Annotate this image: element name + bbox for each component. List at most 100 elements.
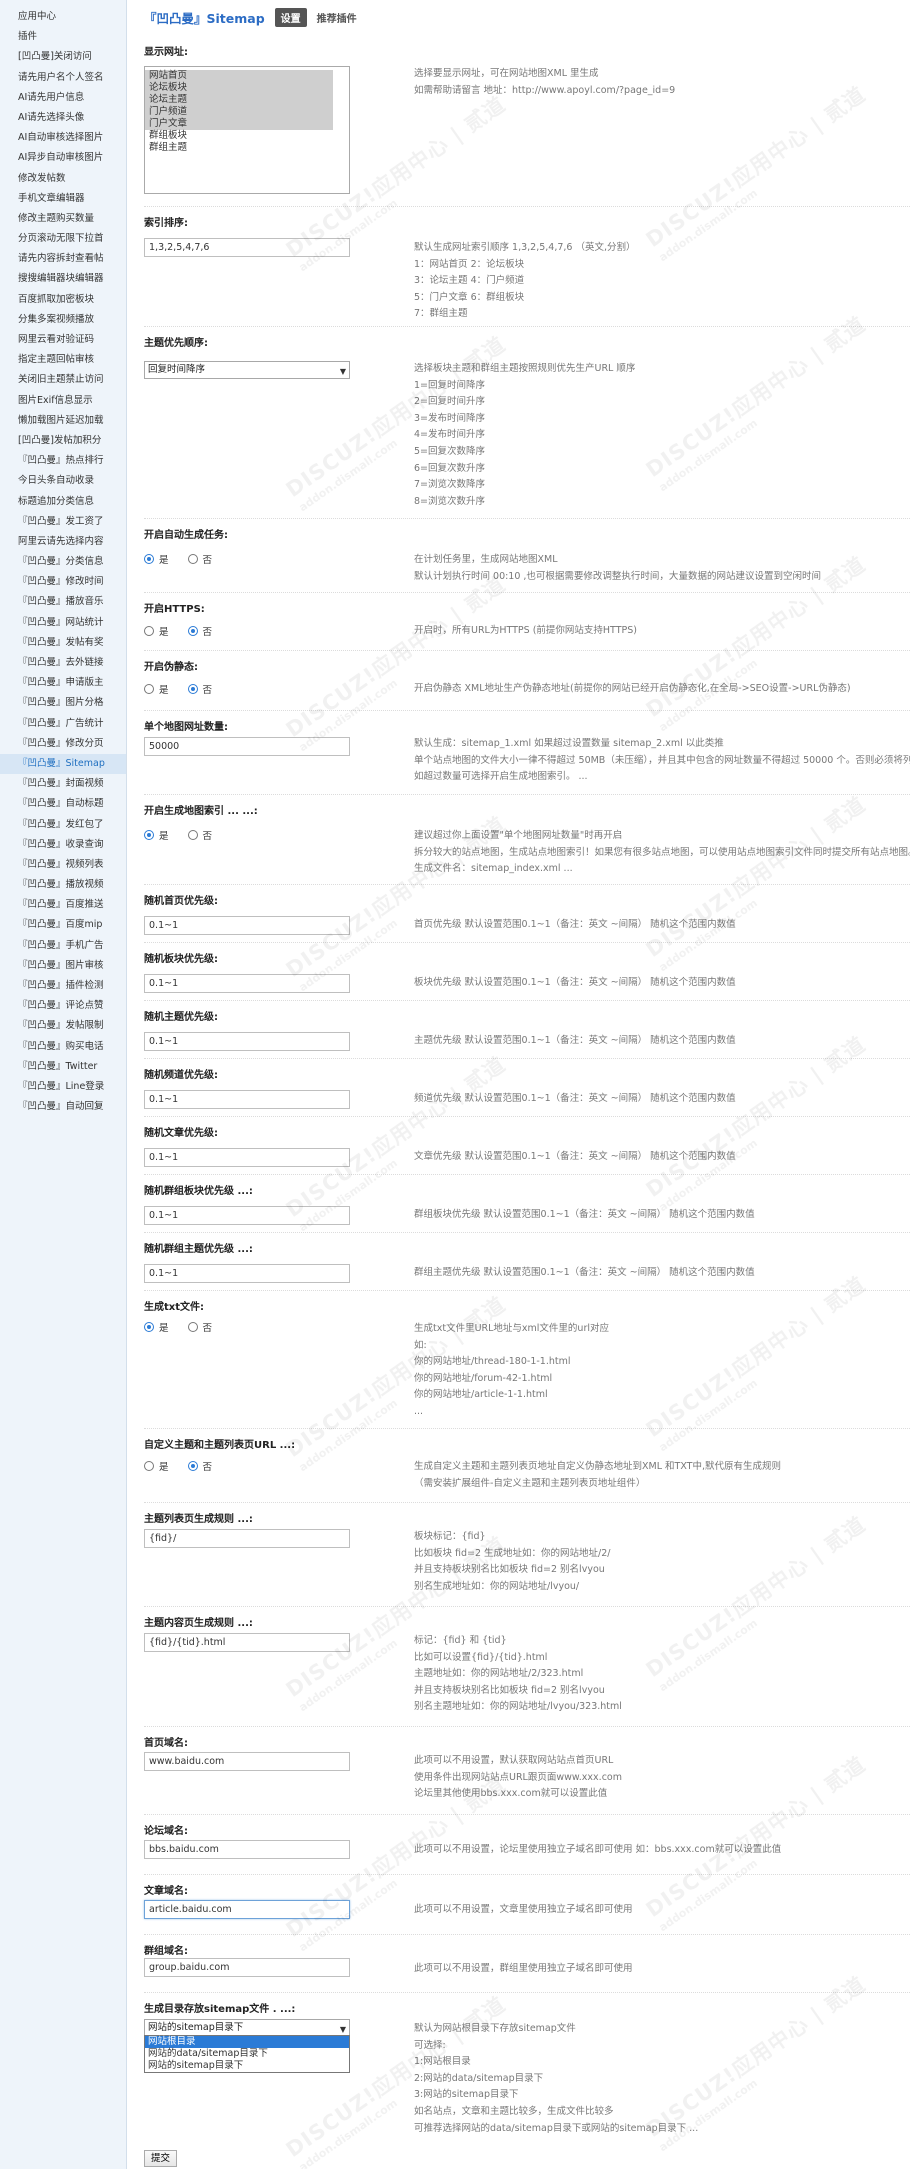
max-urls-desc: 默认生成：sitemap_1.xml 如果超过设置数量 sitemap_2.xm… bbox=[414, 738, 910, 783]
sidebar-item[interactable]: 『凹凸曼』分类信息 bbox=[0, 552, 126, 572]
group-domain-input[interactable] bbox=[144, 1958, 350, 1977]
sidebar-item[interactable]: 『凹凸曼』热点排行 bbox=[0, 451, 126, 471]
sidebar-item[interactable]: 分页滚动无限下拉首 bbox=[0, 229, 126, 249]
sidebar-item[interactable]: 『凹凸曼』去外链接 bbox=[0, 653, 126, 673]
sidebar-item[interactable]: 『凹凸曼』申请版主 bbox=[0, 673, 126, 693]
radio-no[interactable] bbox=[187, 1461, 198, 1471]
multiselect-option[interactable]: 论坛板块 bbox=[145, 82, 333, 94]
sidebar-item[interactable]: 搜搜编辑器块编辑器 bbox=[0, 269, 126, 289]
list-rule-input[interactable] bbox=[144, 1529, 350, 1548]
forum-domain-input[interactable] bbox=[144, 1840, 350, 1859]
home-domain-input[interactable] bbox=[144, 1752, 350, 1771]
sidebar-item[interactable]: 图片Exif信息显示 bbox=[0, 391, 126, 411]
sidebar-item[interactable]: AI异步自动审核图片 bbox=[0, 148, 126, 168]
sidebar-item[interactable]: 『凹凸曼』插件检测 bbox=[0, 976, 126, 996]
sidebar-item[interactable]: 『凹凸曼』修改分页 bbox=[0, 734, 126, 754]
radio-no[interactable] bbox=[187, 1322, 198, 1332]
tab-recommended-plugins[interactable]: 推荐插件 bbox=[317, 8, 363, 27]
sidebar-item[interactable]: 『凹凸曼』广告统计 bbox=[0, 714, 126, 734]
radio-yes[interactable] bbox=[144, 830, 154, 840]
radio-yes[interactable] bbox=[144, 1322, 154, 1332]
sidebar-item[interactable]: 关闭旧主题禁止访问 bbox=[0, 370, 126, 390]
sidebar-item[interactable]: 『凹凸曼』Line登录 bbox=[0, 1077, 126, 1097]
priority-input[interactable] bbox=[144, 1206, 350, 1225]
sidebar-item[interactable]: 分集多案视频播放 bbox=[0, 310, 126, 330]
radio-yes[interactable] bbox=[144, 1461, 154, 1471]
radio-yes[interactable] bbox=[144, 554, 154, 564]
sidebar-item[interactable]: 指定主题回帖审核 bbox=[0, 350, 126, 370]
priority-input[interactable] bbox=[144, 1032, 350, 1051]
priority-input[interactable] bbox=[144, 1264, 350, 1283]
sidebar-item[interactable]: 『凹凸曼』播放音乐 bbox=[0, 592, 126, 612]
sidebar-item[interactable]: 『凹凸曼』百度mip bbox=[0, 915, 126, 935]
radio-no[interactable] bbox=[187, 830, 198, 840]
sidebar-nav: 应用中心 插件 [凹凸曼]关闭访问 请先用户名个人签名 AI请先用户信息 AI请先选择头像… bbox=[0, 0, 127, 2169]
radio-no[interactable] bbox=[187, 626, 198, 636]
dropdown-option[interactable]: 网站的data/sitemap目录下 bbox=[145, 2048, 349, 2060]
multiselect-option[interactable]: 论坛主题 bbox=[145, 94, 333, 106]
multiselect-option[interactable]: 群组主题 bbox=[145, 142, 349, 154]
sidebar-item[interactable]: 『凹凸曼』手机广告 bbox=[0, 936, 126, 956]
multiselect-option[interactable]: 门户文章 bbox=[145, 118, 333, 130]
sidebar-item[interactable]: 『凹凸曼』视频列表 bbox=[0, 855, 126, 875]
radio-yes[interactable] bbox=[144, 684, 154, 694]
sidebar-item[interactable]: 『凹凸曼』发工资了 bbox=[0, 512, 126, 532]
multiselect-option[interactable]: 网站首页 bbox=[145, 70, 333, 82]
sidebar-item[interactable]: 『凹凸曼』发红包了 bbox=[0, 815, 126, 835]
index-order-input[interactable] bbox=[144, 238, 350, 257]
sidebar-item[interactable]: 『凹凸曼』自动回复 bbox=[0, 1097, 126, 1117]
tab-settings[interactable]: 设置 bbox=[274, 7, 307, 27]
sidebar-item[interactable]: 『凹凸曼』修改时间 bbox=[0, 572, 126, 592]
sidebar-item[interactable]: 标题追加分类信息 bbox=[0, 492, 126, 512]
sidebar-item[interactable]: 修改发帖数 bbox=[0, 169, 126, 189]
sidebar-item[interactable]: 『凹凸曼』评论点赞 bbox=[0, 996, 126, 1016]
sidebar-item[interactable]: 『凹凸曼』图片分格 bbox=[0, 693, 126, 713]
sidebar-item[interactable]: 『凹凸曼』百度推送 bbox=[0, 895, 126, 915]
sidebar-item[interactable]: 『凹凸曼』发帖限制 bbox=[0, 1016, 126, 1036]
dropdown-option[interactable]: 网站根目录 bbox=[145, 2036, 349, 2048]
sidebar-item[interactable]: 百度抓取加密板块 bbox=[0, 290, 126, 310]
sidebar-item[interactable]: 阿里云请先选择内容 bbox=[0, 532, 126, 552]
sidebar-item[interactable]: 插件 bbox=[0, 27, 126, 47]
sidebar-item[interactable]: 『凹凸曼』发帖有奖 bbox=[0, 633, 126, 653]
sidebar-item[interactable]: 今日头条自动收录 bbox=[0, 471, 126, 491]
sidebar-item[interactable]: [凹凸曼]关闭访问 bbox=[0, 47, 126, 67]
sidebar-item[interactable]: AI请先用户信息 bbox=[0, 88, 126, 108]
sidebar-item[interactable]: 手机文章编辑器 bbox=[0, 189, 126, 209]
sidebar-item[interactable]: 『凹凸曼』图片审核 bbox=[0, 956, 126, 976]
sidebar-item[interactable]: [凹凸曼]发帖加积分 bbox=[0, 431, 126, 451]
sidebar-item[interactable]: 网里云看对验证码 bbox=[0, 330, 126, 350]
display-site-multiselect[interactable]: 网站首页 论坛板块 论坛主题 门户频道 门户文章 群组板块 群组主题 bbox=[144, 66, 350, 194]
sidebar-item[interactable]: AI自动审核选择图片 bbox=[0, 128, 126, 148]
radio-no[interactable] bbox=[187, 554, 198, 564]
multiselect-option[interactable]: 群组板块 bbox=[145, 130, 349, 142]
sidebar-item[interactable]: 『凹凸曼』Twitter bbox=[0, 1057, 126, 1077]
multiselect-option[interactable]: 门户频道 bbox=[145, 106, 333, 118]
sidebar-item[interactable]: 『凹凸曼』Sitemap bbox=[0, 753, 126, 775]
article-domain-input[interactable] bbox=[144, 1900, 350, 1919]
sidebar-item[interactable]: 懒加载图片延迟加载 bbox=[0, 411, 126, 431]
submit-button[interactable]: 提交 bbox=[144, 2150, 178, 2167]
content-rule-input[interactable] bbox=[144, 1633, 350, 1652]
sidebar-item[interactable]: 应用中心 bbox=[0, 7, 126, 27]
dropdown-option[interactable]: 网站的sitemap目录下 bbox=[145, 2060, 349, 2072]
sidebar-item[interactable]: 修改主题购买数量 bbox=[0, 209, 126, 229]
sidebar-item[interactable]: 『凹凸曼』网站统计 bbox=[0, 613, 126, 633]
sidebar-item[interactable]: 请先用户名个人签名 bbox=[0, 68, 126, 88]
priority-input[interactable] bbox=[144, 974, 350, 993]
sidebar-item[interactable]: 请先内容拆封查看帖 bbox=[0, 249, 126, 269]
priority-input[interactable] bbox=[144, 916, 350, 935]
sidebar-item[interactable]: 『凹凸曼』收录查询 bbox=[0, 835, 126, 855]
priority-input[interactable] bbox=[144, 1148, 350, 1167]
sidebar-item[interactable]: 『凹凸曼』播放视频 bbox=[0, 875, 126, 895]
auto-task-desc: 在计划任务里，生成网站地图XML 默认计划执行时间 00:10 ,也可根据需要修改… bbox=[414, 554, 821, 582]
sidebar-item[interactable]: 『凹凸曼』自动标题 bbox=[0, 794, 126, 814]
radio-no[interactable] bbox=[187, 684, 198, 694]
sidebar-item[interactable]: AI请先选择头像 bbox=[0, 108, 126, 128]
thread-priority-select[interactable]: 回复时间降序 ▼ bbox=[144, 361, 350, 379]
priority-input[interactable] bbox=[144, 1090, 350, 1109]
sidebar-item[interactable]: 『凹凸曼』购买电话 bbox=[0, 1037, 126, 1057]
max-urls-input[interactable] bbox=[144, 737, 350, 756]
radio-yes[interactable] bbox=[144, 626, 154, 636]
sidebar-item[interactable]: 『凹凸曼』封面视频 bbox=[0, 774, 126, 794]
